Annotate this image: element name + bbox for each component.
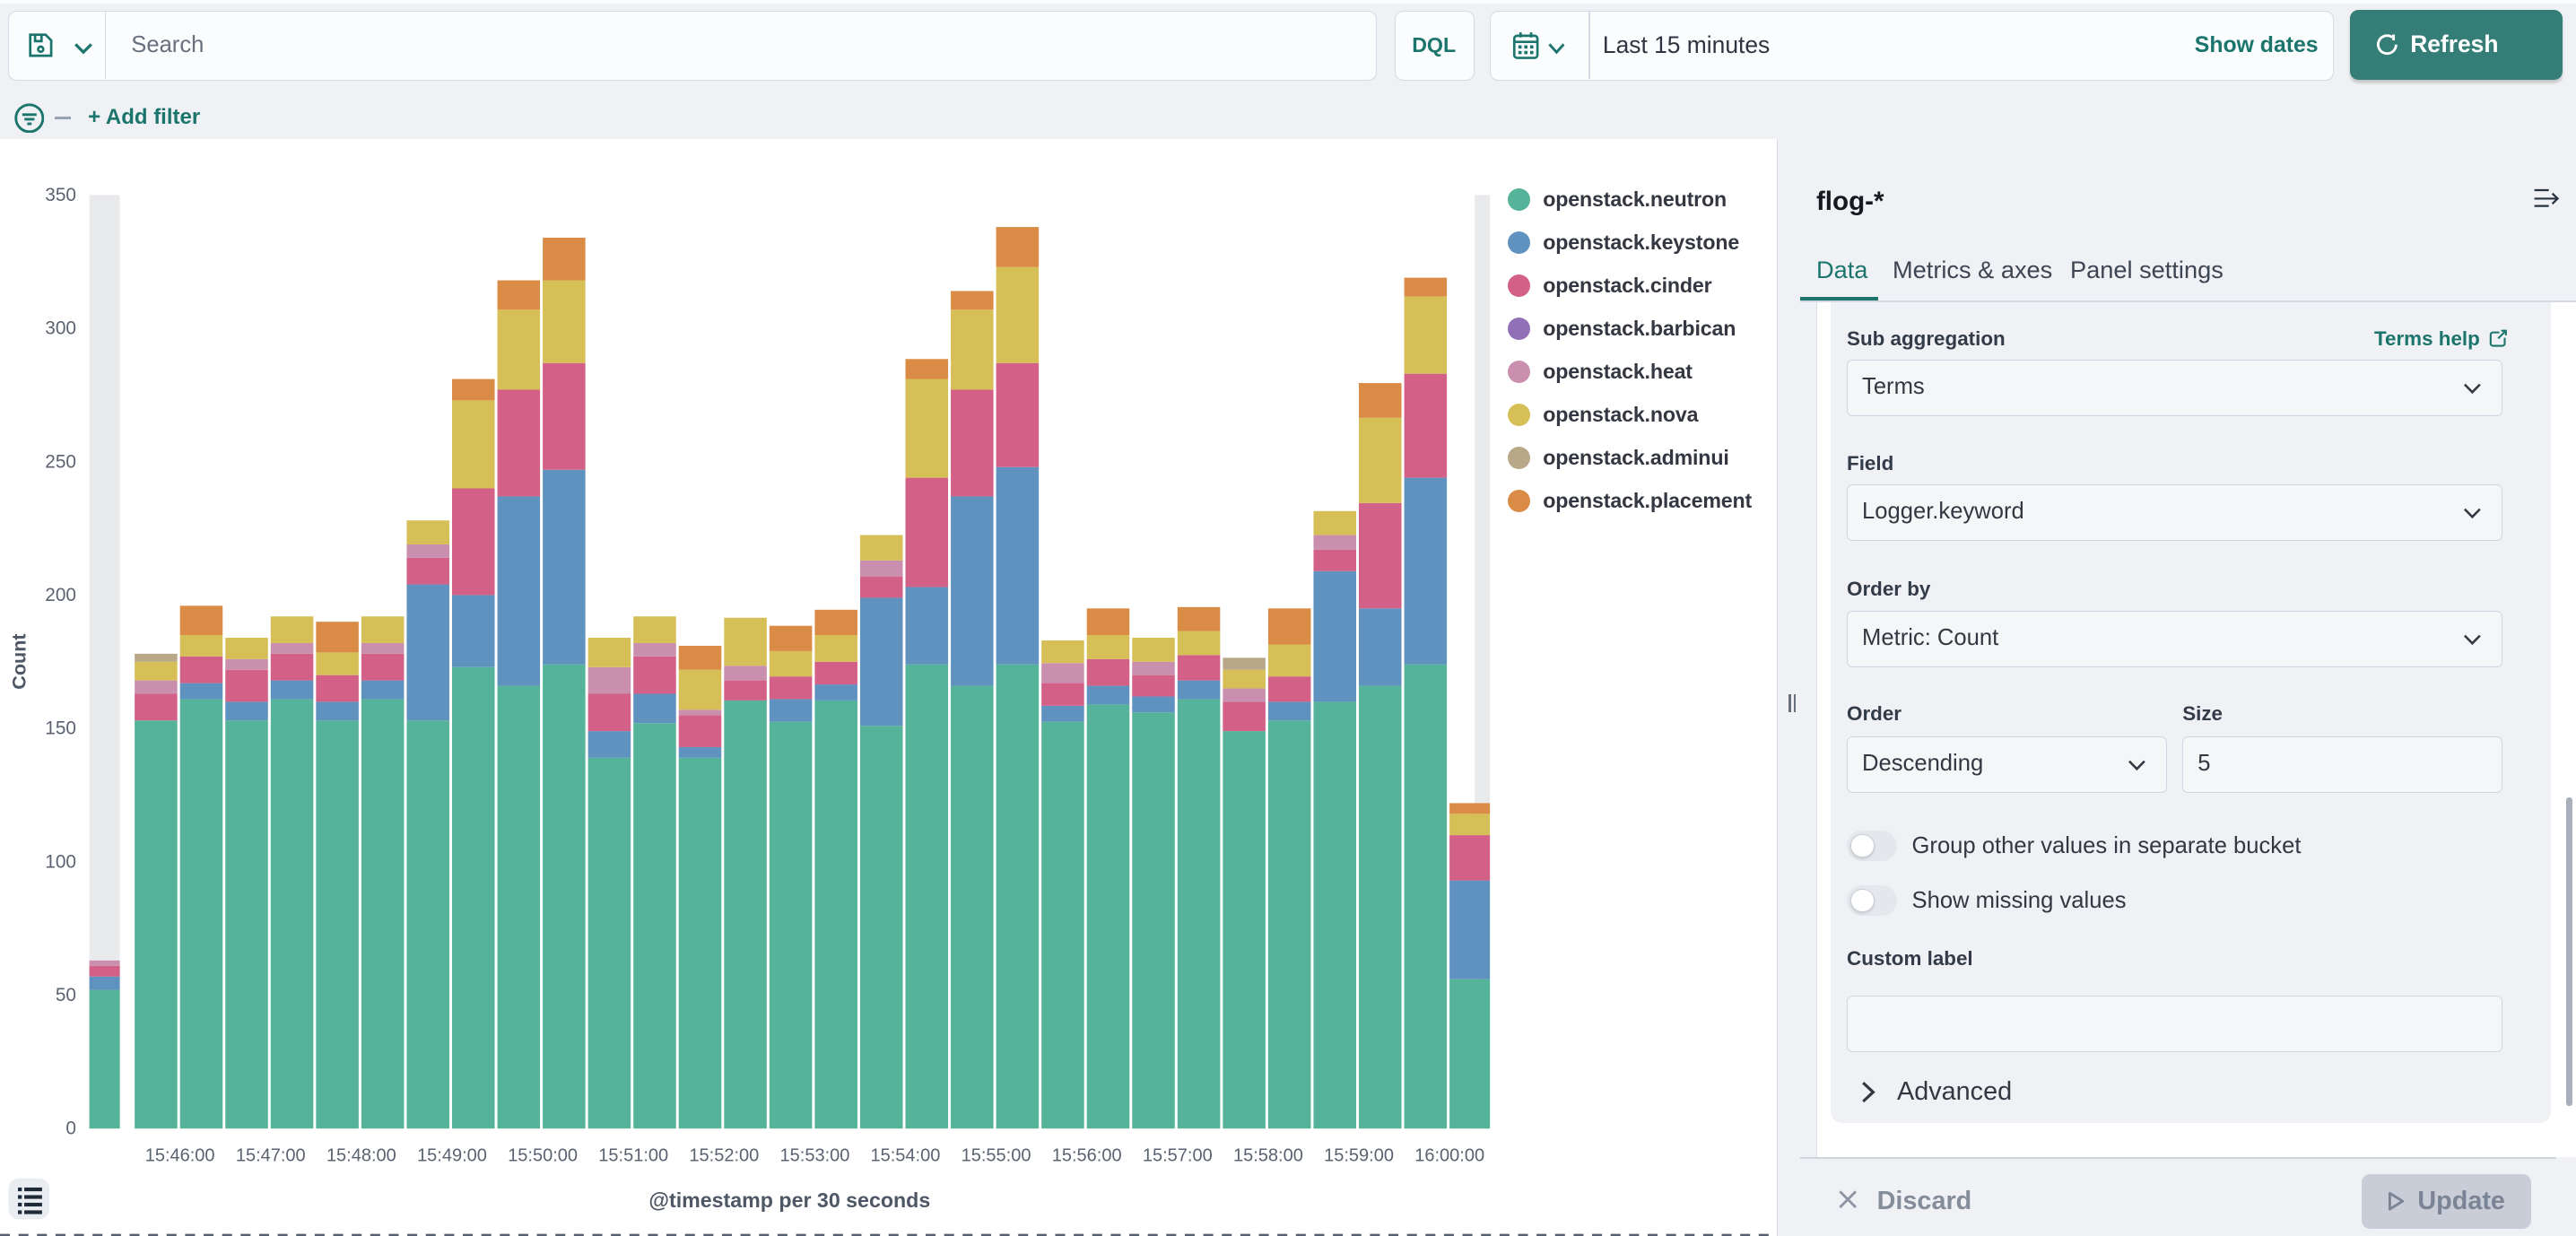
svg-text:15:52:00: 15:52:00: [689, 1146, 759, 1166]
svg-text:200: 200: [45, 585, 76, 605]
svg-text:150: 150: [45, 718, 76, 739]
svg-text:15:53:00: 15:53:00: [780, 1146, 850, 1166]
svg-text:@timestamp per 30 seconds: @timestamp per 30 seconds: [648, 1188, 930, 1212]
svg-text:15:47:00: 15:47:00: [236, 1146, 306, 1166]
svg-text:15:57:00: 15:57:00: [1143, 1146, 1213, 1166]
svg-text:15:56:00: 15:56:00: [1052, 1146, 1122, 1166]
svg-text:15:48:00: 15:48:00: [326, 1146, 396, 1166]
svg-text:100: 100: [45, 851, 76, 872]
svg-text:15:50:00: 15:50:00: [508, 1146, 578, 1166]
svg-text:300: 300: [45, 318, 76, 339]
svg-text:0: 0: [65, 1118, 76, 1139]
svg-text:16:00:00: 16:00:00: [1414, 1146, 1484, 1166]
svg-text:15:58:00: 15:58:00: [1233, 1146, 1303, 1166]
svg-text:250: 250: [45, 451, 76, 472]
svg-text:15:51:00: 15:51:00: [598, 1146, 668, 1166]
svg-text:15:55:00: 15:55:00: [962, 1146, 1031, 1166]
svg-text:Count: Count: [7, 633, 30, 689]
svg-text:15:46:00: 15:46:00: [145, 1146, 215, 1166]
svg-text:15:49:00: 15:49:00: [417, 1146, 487, 1166]
svg-text:50: 50: [56, 985, 76, 1005]
svg-text:15:59:00: 15:59:00: [1324, 1146, 1394, 1166]
svg-text:15:54:00: 15:54:00: [871, 1146, 941, 1166]
svg-text:350: 350: [45, 185, 76, 205]
